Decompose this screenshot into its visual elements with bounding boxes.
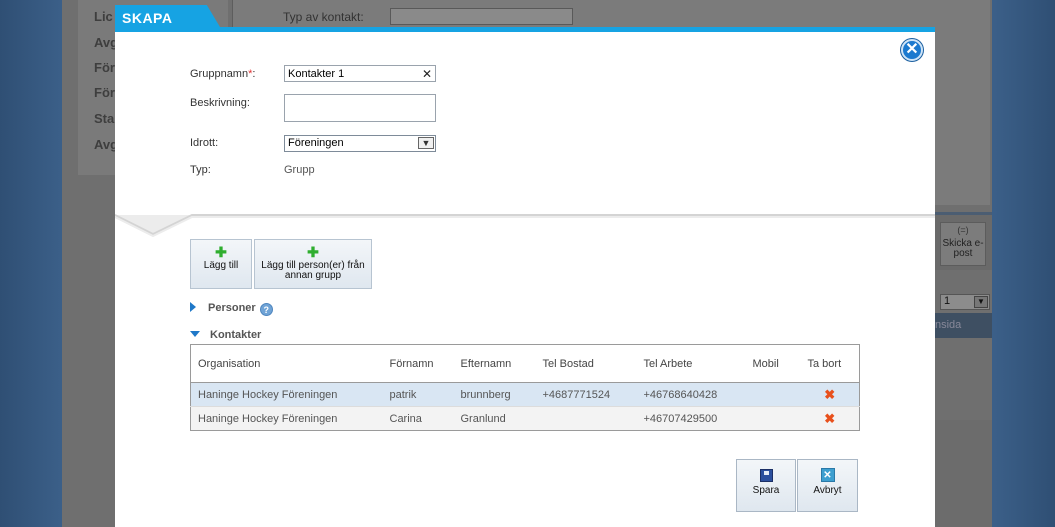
bg-pager-select: 1 ▼: [940, 294, 990, 310]
column-header-organisation[interactable]: Organisation: [190, 344, 383, 383]
table-row[interactable]: Haninge Hockey Föreningen Carina Granlun…: [190, 406, 860, 431]
form-area: [115, 32, 935, 215]
expand-arrow-icon: [190, 302, 196, 312]
bg-contact-type-field: [390, 8, 573, 25]
cell-delete: ✖: [800, 382, 860, 407]
cell-work-phone: +46768640428: [636, 382, 746, 407]
cell-last-name: brunnberg: [453, 382, 536, 407]
column-header-first-name[interactable]: Förnamn: [382, 344, 454, 383]
cell-first-name: patrik: [382, 382, 454, 407]
save-button[interactable]: Spara: [736, 459, 796, 512]
description-label: Beskrivning:: [190, 97, 250, 109]
bg-nav-item-4: För: [94, 85, 115, 100]
bg-strip-text: nsida: [935, 319, 962, 331]
column-header-delete: Ta bort: [800, 344, 860, 383]
cell-home-phone: +4687771524: [535, 382, 637, 407]
description-input[interactable]: [284, 94, 436, 122]
type-label: Typ:: [190, 164, 211, 176]
bg-nav-item-1: Lic: [94, 9, 113, 24]
cancel-button[interactable]: ✕ Avbryt: [797, 459, 858, 512]
type-value: Grupp: [284, 164, 315, 176]
chevron-down-icon[interactable]: ▼: [418, 137, 434, 149]
sport-select-value: Föreningen: [288, 137, 344, 149]
group-name-label: Gruppnamn*:: [190, 68, 256, 80]
cell-mobile: [745, 382, 801, 407]
bg-send-mail-button: (=) Skicka e-post: [940, 222, 986, 266]
close-icon: ✕: [905, 41, 919, 58]
cell-mobile: [745, 406, 801, 431]
add-button-label: Lägg till: [203, 260, 239, 271]
chevron-down-icon: ▼: [974, 296, 988, 308]
help-icon[interactable]: ?: [259, 303, 273, 316]
bg-strip: nsida: [935, 313, 992, 338]
cell-delete: ✖: [800, 406, 860, 431]
delete-icon[interactable]: ✖: [824, 411, 835, 426]
add-button[interactable]: ✚ Lägg till: [190, 239, 252, 289]
plus-icon: ✚: [215, 244, 227, 260]
bg-lower-panel: [935, 420, 992, 527]
modal-title-tab: SKAPA: [115, 5, 223, 32]
persons-section-toggle[interactable]: Personer?: [190, 302, 273, 316]
sport-select[interactable]: Föreningen ▼: [284, 135, 436, 152]
group-name-input[interactable]: [284, 65, 436, 82]
delete-icon[interactable]: ✖: [824, 387, 835, 402]
add-from-group-label: Lägg till person(er) från annan grupp: [261, 260, 365, 281]
cell-organisation: Haninge Hockey Föreningen: [190, 406, 383, 431]
plus-icon: ✚: [307, 244, 319, 260]
bg-pager-value: 1: [944, 295, 951, 307]
cell-organisation: Haninge Hockey Föreningen: [190, 382, 383, 407]
save-button-label: Spara: [752, 485, 780, 496]
bg-contact-type-label: Typ av kontakt:: [283, 10, 364, 24]
modal-title: SKAPA: [122, 10, 173, 26]
contacts-section-toggle[interactable]: Kontakter: [190, 329, 261, 341]
column-header-work-phone[interactable]: Tel Arbete: [636, 344, 746, 383]
persons-section-title: Personer: [208, 302, 256, 314]
collapse-arrow-icon: [190, 331, 200, 337]
add-from-group-button[interactable]: ✚ Lägg till person(er) från annan grupp: [254, 239, 372, 289]
table-row[interactable]: Haninge Hockey Föreningen patrik brunnbe…: [190, 382, 860, 407]
contacts-section-title: Kontakter: [210, 329, 262, 341]
bg-send-mail-label: Skicka e-post: [942, 238, 984, 259]
column-header-mobile[interactable]: Mobil: [745, 344, 801, 383]
bg-nav-item-3: För: [94, 60, 115, 75]
bg-nav-item-5: Sta: [94, 111, 115, 126]
column-header-home-phone[interactable]: Tel Bostad: [535, 344, 637, 383]
cancel-icon: ✕: [820, 468, 835, 482]
cell-home-phone: [535, 406, 637, 431]
mail-icon: (=): [957, 225, 969, 235]
cell-last-name: Granlund: [453, 406, 536, 431]
close-button[interactable]: ✕: [901, 39, 923, 61]
cancel-button-label: Avbryt: [813, 485, 842, 496]
table-header-row: Organisation Förnamn Efternamn Tel Bosta…: [190, 344, 860, 383]
contacts-table: Organisation Förnamn Efternamn Tel Bosta…: [190, 344, 860, 431]
cell-work-phone: +46707429500: [636, 406, 746, 431]
cell-first-name: Carina: [382, 406, 454, 431]
floppy-disk-icon: [759, 469, 773, 482]
clear-icon[interactable]: ✕: [422, 67, 432, 81]
column-header-last-name[interactable]: Efternamn: [453, 344, 536, 383]
sport-label: Idrott:: [190, 137, 219, 149]
